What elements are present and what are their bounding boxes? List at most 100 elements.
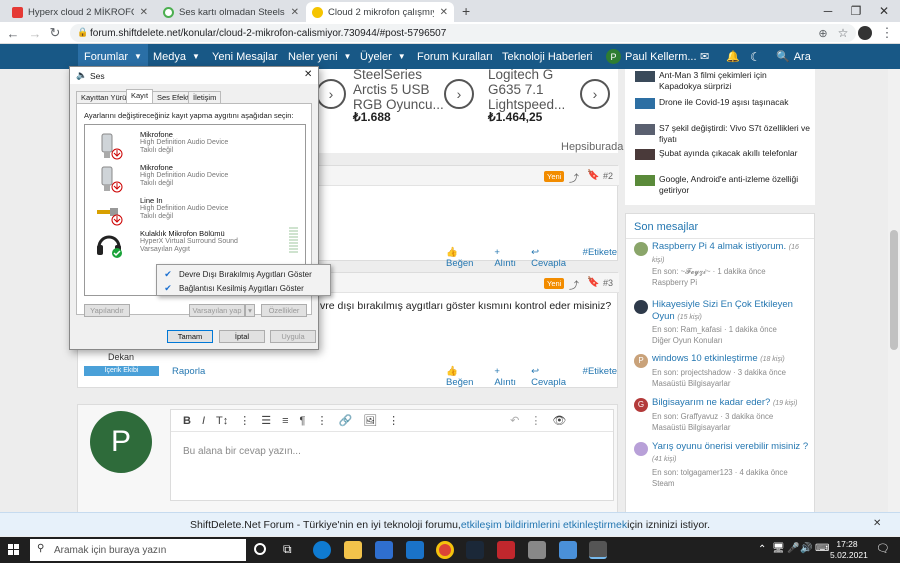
close-tab-icon[interactable]: ✕ [140, 7, 148, 18]
device-item[interactable]: Mikrofone High Definition Audio Device T… [95, 130, 295, 162]
close-tab-icon[interactable]: ✕ [440, 7, 448, 18]
extension-icon[interactable]: ⊕ [812, 22, 834, 44]
report-link[interactable]: Raporla [172, 366, 205, 377]
device-item[interactable]: Mikrofone High Definition Audio Device T… [95, 163, 295, 195]
new-tab-button[interactable]: + [462, 3, 470, 19]
tab-playback[interactable]: Kayıttan Yürüt [76, 91, 134, 103]
dark-mode-moon-icon[interactable]: ☾ [750, 44, 761, 69]
menu-dots-icon[interactable]: ⋮ [876, 22, 898, 44]
set-default-button[interactable]: Varsayılan yap [189, 304, 245, 317]
task-view-icon[interactable]: ⧉ [283, 542, 292, 557]
file-explorer-icon[interactable] [344, 541, 362, 559]
share-icon[interactable]: ⤴ [569, 170, 579, 185]
browser-tab-active[interactable]: Cloud 2 mikrofon çalışmıyor | Sh ✕ [306, 2, 454, 22]
chrome-icon[interactable] [436, 541, 454, 559]
section-title[interactable]: Son mesajlar [634, 221, 698, 233]
configure-button[interactable]: Yapılandır [84, 304, 130, 317]
thread-item[interactable]: Yarış oyunu önerisi verebilir misiniz ? … [652, 441, 812, 466]
minimize-button[interactable]: ─ [814, 0, 842, 22]
microphone-tray-icon[interactable]: 🎤 [787, 543, 799, 554]
bookmark-star-icon[interactable]: ☆ [832, 22, 854, 44]
app-icon[interactable] [497, 541, 515, 559]
news-item[interactable]: S7 şekil değiştirdi: Vivo S7t özellikler… [659, 123, 811, 145]
properties-button[interactable]: Özellikler [261, 304, 307, 317]
italic-icon[interactable]: I [202, 415, 205, 427]
link-icon[interactable]: 🔗 [338, 414, 352, 427]
close-notification-icon[interactable]: ✕ [873, 518, 881, 529]
back-arrow-icon[interactable]: ← [2, 22, 24, 44]
undo-icon[interactable]: ↶ [510, 414, 519, 427]
more-options-icon[interactable]: ⋮ [239, 414, 250, 427]
news-item[interactable]: Google, Android'e anti-izleme özelliği g… [659, 174, 811, 196]
image-icon[interactable]: 🖼 [363, 414, 377, 427]
list-icon[interactable]: ☰ [261, 414, 271, 427]
user-menu[interactable]: P Paul Kellerm... [606, 44, 697, 69]
bookmark-icon[interactable]: 🔖 [587, 170, 599, 181]
edge-icon[interactable] [313, 541, 331, 559]
tag-button[interactable]: #Etikete [583, 247, 617, 269]
product-name[interactable]: SteelSeries Arctis 5 USB RGB Oyuncu... [353, 67, 444, 112]
post-number[interactable]: #2 [603, 171, 613, 181]
sound-settings-icon[interactable] [589, 541, 607, 559]
browser-tab[interactable]: Hyperx cloud 2 MİKROFONU ÇAL ✕ [6, 2, 154, 22]
app-icon[interactable] [528, 541, 546, 559]
mail-icon[interactable] [406, 541, 424, 559]
like-button[interactable]: 👍 Beğen [446, 366, 484, 388]
news-item[interactable]: Drone ile Covid-19 aşısı taşınacak [659, 97, 811, 108]
close-icon[interactable]: ✕ [304, 69, 312, 80]
chevron-left-icon[interactable]: › [316, 79, 346, 109]
cortana-icon[interactable] [254, 543, 266, 555]
set-default-dropdown[interactable]: ▾ [245, 304, 255, 317]
more-options-icon[interactable]: ⋮ [530, 414, 541, 427]
close-tab-icon[interactable]: ✕ [291, 7, 299, 18]
inbox-icon[interactable]: ✉ [700, 44, 709, 69]
app-icon[interactable] [559, 541, 577, 559]
device-item[interactable]: Line In High Definition Audio Device Tak… [95, 196, 295, 228]
paragraph-icon[interactable]: ¶ [300, 415, 306, 427]
more-options-icon[interactable]: ⋮ [388, 414, 399, 427]
thread-item[interactable]: Hikayesiyle Sizi En Çok Etkileyen Oyun (… [652, 299, 812, 324]
url-input[interactable]: 🔒 forum.shiftdelete.net/konular/cloud-2-… [70, 24, 856, 42]
network-icon[interactable]: 🖥 [772, 543, 785, 554]
chevron-right-icon[interactable]: › [580, 79, 610, 109]
thread-item[interactable]: Raspberry Pi 4 almak istiyorum. (16 kişi… [652, 241, 812, 267]
chevron-right-icon[interactable]: › [444, 79, 474, 109]
search-button[interactable]: 🔍 Ara [776, 44, 811, 69]
text-size-icon[interactable]: T↕ [216, 415, 228, 427]
apply-button[interactable]: Uygula [270, 330, 316, 343]
show-disconnected-devices-item[interactable]: ✔ Bağlantısı Kesilmiş Aygıtları Göster [157, 281, 332, 295]
windows-start-icon[interactable] [8, 544, 20, 556]
tab-communication[interactable]: İletişim [188, 91, 222, 103]
thread-item[interactable]: windows 10 etkinleştirme (18 kişi) [652, 353, 812, 366]
align-icon[interactable]: ≡ [282, 415, 288, 427]
product-name[interactable]: Logitech G G635 7.1 Lightspeed... [488, 67, 565, 112]
maximize-button[interactable]: ❐ [842, 0, 870, 22]
forward-arrow-icon[interactable]: → [24, 22, 46, 44]
reply-input[interactable]: Bu alana bir cevap yazın... [183, 446, 301, 457]
nav-uyeler[interactable]: Üyeler ▼ [360, 44, 406, 69]
chevron-up-icon[interactable]: ⌃ [758, 544, 766, 555]
ok-button[interactable]: Tamam [167, 330, 213, 343]
bell-icon[interactable]: 🔔 [726, 44, 740, 69]
cancel-button[interactable]: İptal [219, 330, 265, 343]
taskbar-search-input[interactable]: ⚲ Aramak için buraya yazın [30, 539, 246, 561]
nav-forum-kurallari[interactable]: Forum Kuralları [417, 44, 493, 69]
nav-teknoloji-haberleri[interactable]: Teknoloji Haberleri [502, 44, 593, 69]
scrollbar-thumb[interactable] [890, 230, 898, 350]
quote-button[interactable]: + Alıntı [494, 247, 521, 269]
bold-icon[interactable]: B [183, 415, 191, 427]
steam-icon[interactable] [466, 541, 484, 559]
bookmark-icon[interactable]: 🔖 [587, 277, 599, 288]
store-icon[interactable] [375, 541, 393, 559]
reload-icon[interactable]: ↻ [44, 22, 66, 44]
like-button[interactable]: 👍 Beğen [446, 247, 484, 269]
more-options-icon[interactable]: ⋮ [316, 414, 327, 427]
clock[interactable]: 17:28 5.02.2021 [830, 539, 868, 561]
share-icon[interactable]: ⤴ [569, 277, 579, 292]
browser-tab[interactable]: Ses kartı olmadan Steelseries Ar ✕ [157, 2, 305, 22]
profile-avatar-icon[interactable] [858, 26, 872, 40]
reply-button[interactable]: ↩ Cevapla [531, 247, 573, 269]
news-item[interactable]: Şubat ayında çıkacak akıllı telefonlar [659, 148, 811, 159]
quote-button[interactable]: + Alıntı [494, 366, 521, 388]
post-number[interactable]: #3 [603, 278, 613, 288]
